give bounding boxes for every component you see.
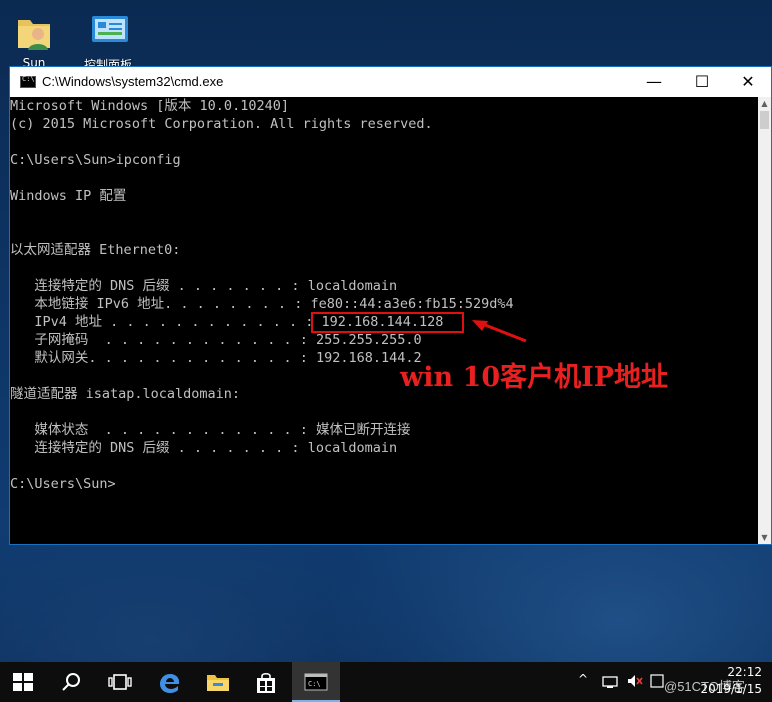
console-line: Microsoft Windows [版本 10.0.10240]	[10, 98, 289, 114]
folder-icon	[207, 675, 229, 691]
edge-browser-icon	[160, 674, 180, 693]
window-titlebar[interactable]: C:\Windows\system32\cmd.exe — ☐ ✕	[10, 67, 771, 97]
svg-text:C:\: C:\	[308, 680, 321, 688]
annotation-text: win 10客户机IP地址	[400, 362, 669, 393]
desktop-icon-control-panel[interactable]: 控制面板	[80, 8, 136, 72]
vertical-scrollbar[interactable]: ▲ ▼	[758, 97, 771, 544]
search-button[interactable]	[48, 662, 96, 702]
task-view-button[interactable]	[96, 662, 144, 702]
start-button[interactable]	[0, 662, 48, 702]
cmd-taskbar-button[interactable]: C:\	[292, 662, 340, 702]
ip-highlight-box	[311, 312, 464, 333]
tray-volume-icon[interactable]	[626, 673, 644, 692]
scroll-thumb[interactable]	[760, 111, 769, 129]
console-line: 连接特定的 DNS 后缀 . . . . . . . : localdomain	[10, 440, 398, 456]
tray-chevron[interactable]: ^	[578, 672, 588, 686]
tray-ime-icon[interactable]	[650, 673, 664, 692]
scroll-down-icon[interactable]: ▼	[758, 533, 771, 542]
task-view-icon	[108, 674, 132, 690]
close-button[interactable]: ✕	[725, 67, 771, 97]
console-line: Windows IP 配置	[10, 188, 127, 204]
console-line: (c) 2015 Microsoft Corporation. All righ…	[10, 116, 433, 132]
store-icon	[257, 672, 275, 693]
console-line: 媒体状态 . . . . . . . . . . . . : 媒体已断开连接	[10, 422, 411, 438]
console-line: 子网掩码 . . . . . . . . . . . . : 255.255.2…	[10, 332, 422, 348]
cmd-icon	[20, 75, 36, 88]
console-line: 默认网关. . . . . . . . . . . . . : 192.168.…	[10, 350, 422, 366]
taskbar: C:\ ^ 22:12 2019/1/15	[0, 662, 772, 702]
control-panel-icon	[90, 12, 128, 52]
console-line: 隧道适配器 isatap.localdomain:	[10, 386, 241, 402]
desktop-icon-user-folder[interactable]: Sun	[6, 8, 62, 70]
search-icon	[62, 673, 80, 691]
console-line: 以太网适配器 Ethernet0:	[10, 242, 181, 258]
tray-network-icon[interactable]	[602, 673, 618, 692]
user-folder-icon	[16, 12, 52, 52]
cmd-window[interactable]: C:\Windows\system32\cmd.exe — ☐ ✕ Micros…	[9, 66, 772, 545]
cmd-icon: C:\	[304, 673, 328, 691]
edge-button[interactable]	[146, 662, 194, 702]
console-line: C:\Users\Sun>ipconfig	[10, 152, 181, 168]
watermark: @51CTO博客	[664, 679, 745, 694]
console-line: 本地链接 IPv6 地址. . . . . . . . : fe80::44:a…	[10, 296, 514, 312]
console-line: 连接特定的 DNS 后缀 . . . . . . . : localdomain	[10, 278, 398, 294]
window-title: C:\Windows\system32\cmd.exe	[42, 74, 224, 89]
store-button[interactable]	[242, 662, 290, 702]
minimize-button[interactable]: —	[631, 67, 677, 97]
annotation-arrow-icon	[472, 320, 527, 343]
maximize-button[interactable]: ☐	[679, 67, 725, 97]
windows-logo-icon	[13, 673, 33, 691]
file-explorer-button[interactable]	[194, 662, 242, 702]
scroll-up-icon[interactable]: ▲	[758, 99, 771, 108]
console-line: C:\Users\Sun>	[10, 476, 116, 492]
